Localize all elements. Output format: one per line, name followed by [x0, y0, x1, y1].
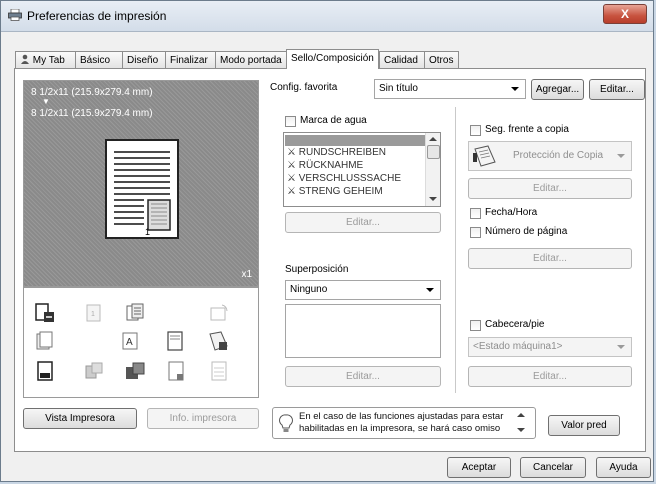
info-text: En el caso de las funciones ajustadas pa…: [299, 411, 509, 435]
layer-gray-icon[interactable]: [83, 360, 105, 382]
date-page-icon[interactable]: [34, 360, 56, 382]
chevron-down-icon: [617, 345, 625, 349]
watermark-list-scrollbar[interactable]: [425, 133, 440, 206]
printer-icon: [8, 9, 22, 21]
favorite-config-select[interactable]: Sin título: [374, 79, 526, 99]
list-item-label: STRENG GEHEIM: [298, 186, 383, 197]
overlay-label: Superposición: [285, 264, 349, 275]
rotate-icon[interactable]: [208, 302, 230, 324]
page-number-badge: 1: [145, 227, 151, 237]
copies-label: x1: [241, 269, 252, 280]
collate-icon[interactable]: 1: [83, 302, 105, 324]
chevron-down-icon: [511, 87, 519, 91]
watermark-page-icon[interactable]: [164, 330, 186, 352]
header-footer-checkbox[interactable]: [470, 320, 481, 331]
watermark-label: Marca de agua: [300, 115, 367, 126]
scroll-up-icon[interactable]: [517, 413, 525, 417]
list-item[interactable]: ⚔ STRENG GEHEIM: [287, 186, 383, 198]
print-preferences-window: Preferencias de impresión X My Tab Básic…: [0, 0, 654, 482]
tab-calidad[interactable]: Calidad: [379, 51, 425, 68]
scroll-down-icon[interactable]: [429, 197, 437, 201]
overlay-select[interactable]: Ninguno: [285, 280, 441, 300]
svg-text:A: A: [126, 337, 133, 348]
tab-label: My Tab: [32, 55, 65, 66]
edit-overlay-button[interactable]: Editar...: [285, 366, 441, 387]
add-favorite-button[interactable]: Agregar...: [531, 79, 584, 100]
cancel-button[interactable]: Cancelar: [520, 457, 586, 478]
info-message-box: En el caso de las funciones ajustadas pa…: [272, 407, 536, 439]
tab-basico[interactable]: Básico: [75, 51, 123, 68]
list-item-label: RÜCKNAHME: [298, 160, 364, 171]
down-arrow-icon: ▼: [42, 97, 50, 106]
page-number-label: Número de página: [485, 226, 568, 237]
page-number-checkbox[interactable]: [470, 227, 481, 238]
info-text-line1: En el caso de las funciones ajustadas pa…: [299, 411, 504, 422]
copy-security-select[interactable]: Protección de Copia: [468, 141, 632, 171]
scroll-thumb[interactable]: [427, 145, 440, 159]
datetime-checkbox[interactable]: [470, 208, 481, 219]
info-scroll[interactable]: [515, 411, 527, 435]
stamp-a-icon[interactable]: A: [120, 330, 142, 352]
selected-row-highlight: [285, 135, 426, 146]
tab-diseno[interactable]: Diseño: [122, 51, 166, 68]
user-icon: [20, 53, 30, 64]
lightbulb-icon: [279, 414, 293, 432]
divider: [455, 107, 456, 393]
blank-page-icon[interactable]: [208, 360, 230, 382]
list-item-label: RUNDSCHREIBEN: [298, 147, 386, 158]
scroll-up-icon[interactable]: [429, 137, 437, 141]
chevron-down-icon: [617, 154, 625, 158]
edit-header-footer-button[interactable]: Editar...: [468, 366, 632, 387]
edit-favorite-button[interactable]: Editar...: [589, 79, 645, 100]
printer-view-button[interactable]: Vista Impresora: [23, 408, 137, 429]
header-footer-icon[interactable]: [165, 360, 187, 382]
tab-sello-composicion[interactable]: Sello/Composición: [286, 49, 379, 69]
duplex-icon[interactable]: [124, 302, 146, 324]
header-footer-select[interactable]: <Estado máquina1>: [468, 337, 632, 357]
favorite-config-label: Config. favorita: [270, 82, 338, 93]
svg-text:1: 1: [91, 311, 95, 318]
chevron-down-icon: [426, 288, 434, 292]
overlay-preview-box: [285, 304, 441, 358]
tab-modo-portada[interactable]: Modo portada: [215, 51, 287, 68]
default-values-button[interactable]: Valor pred: [548, 415, 620, 436]
copy-security-label: Seg. frente a copia: [485, 124, 569, 135]
output-paper-size-label: 8 1/2x11 (215.9x279.4 mm): [31, 108, 153, 119]
function-icons-panel: 1 A: [23, 287, 259, 398]
favorite-config-value: Sin título: [379, 83, 418, 94]
list-item-label: VERSCHLUSSSACHE: [298, 173, 402, 184]
tab-otros[interactable]: Otros: [424, 51, 459, 68]
printer-info-button[interactable]: Info. impresora: [147, 408, 259, 429]
booklet-icon[interactable]: [34, 330, 56, 352]
help-button[interactable]: Ayuda: [596, 457, 651, 478]
edit-copy-security-button[interactable]: Editar...: [468, 178, 632, 199]
copy-security-value: Protección de Copia: [513, 150, 604, 161]
title-bar: Preferencias de impresión X: [1, 1, 653, 32]
overlay-dark-icon[interactable]: [124, 360, 146, 382]
page-preview-icon: [105, 139, 179, 239]
header-footer-value: <Estado máquina1>: [473, 341, 563, 352]
ok-button[interactable]: Aceptar: [447, 457, 511, 478]
edit-watermark-button[interactable]: Editar...: [285, 212, 441, 233]
paper-output-icon[interactable]: [34, 302, 56, 324]
info-text-line2: habilitadas en la impresora, se hará cas…: [299, 423, 501, 434]
tab-my-tab[interactable]: My Tab: [15, 51, 76, 68]
watermark-checkbox[interactable]: [285, 116, 296, 127]
list-item[interactable]: ⚔ VERSCHLUSSSACHE: [287, 173, 401, 185]
edit-page-number-button[interactable]: Editar...: [468, 248, 632, 269]
print-preview: 8 1/2x11 (215.9x279.4 mm) ▼ 8 1/2x11 (21…: [23, 80, 259, 287]
window-title: Preferencias de impresión: [27, 9, 167, 23]
copy-security-checkbox[interactable]: [470, 125, 481, 136]
scroll-down-icon[interactable]: [517, 428, 525, 432]
overlay-value: Ninguno: [290, 284, 328, 295]
list-item[interactable]: ⚔ RUNDSCHREIBEN: [287, 147, 386, 159]
tab-finalizar[interactable]: Finalizar: [165, 51, 216, 68]
close-button[interactable]: X: [603, 4, 647, 24]
list-item[interactable]: ⚔ RÜCKNAHME: [287, 160, 363, 172]
header-footer-label: Cabecera/pie: [485, 319, 545, 330]
datetime-label: Fecha/Hora: [485, 207, 538, 218]
copy-protection-icon[interactable]: [207, 330, 229, 352]
watermark-list[interactable]: ⚔ RUNDSCHREIBEN ⚔ RÜCKNAHME ⚔ VERSCHLUSS…: [283, 132, 441, 207]
copy-protection-icon: [473, 145, 496, 167]
